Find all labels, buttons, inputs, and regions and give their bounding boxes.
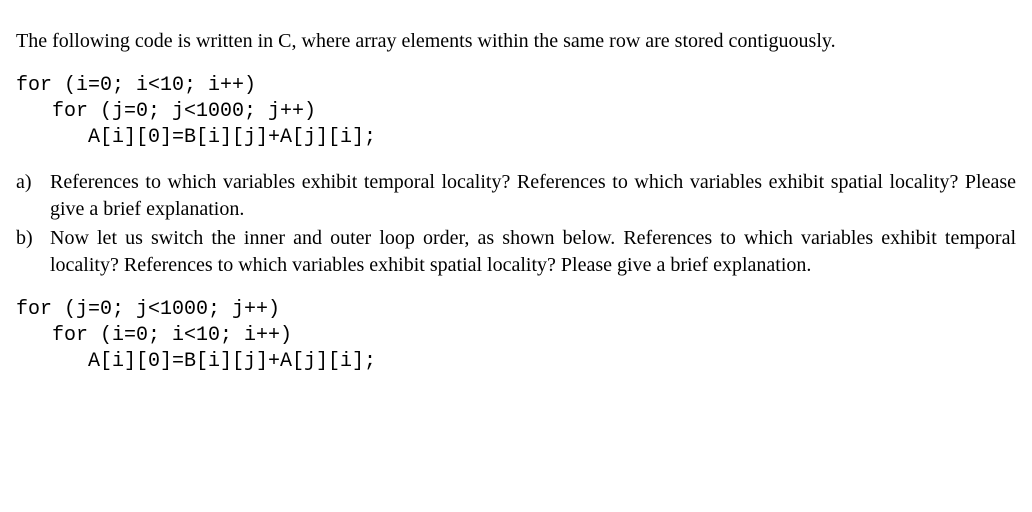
question-b: b) Now let us switch the inner and outer…: [16, 225, 1016, 279]
code-line: for (j=0; j<1000; j++): [16, 298, 280, 321]
code-line: for (i=0; i<10; i++): [16, 324, 292, 347]
question-label-b: b): [16, 225, 50, 279]
intro-paragraph: The following code is written in C, wher…: [16, 28, 1016, 55]
question-list: a) References to which variables exhibit…: [16, 169, 1016, 279]
code-block-1: for (i=0; i<10; i++) for (j=0; j<1000; j…: [16, 73, 1016, 151]
code-line: A[i][0]=B[i][j]+A[j][i];: [16, 350, 376, 373]
question-text-a: References to which variables exhibit te…: [50, 169, 1016, 223]
code-line: for (i=0; i<10; i++): [16, 74, 256, 97]
code-line: A[i][0]=B[i][j]+A[j][i];: [16, 126, 376, 149]
code-block-2: for (j=0; j<1000; j++) for (i=0; i<10; i…: [16, 297, 1016, 375]
question-text-b: Now let us switch the inner and outer lo…: [50, 225, 1016, 279]
question-a: a) References to which variables exhibit…: [16, 169, 1016, 223]
question-label-a: a): [16, 169, 50, 223]
code-line: for (j=0; j<1000; j++): [16, 100, 316, 123]
